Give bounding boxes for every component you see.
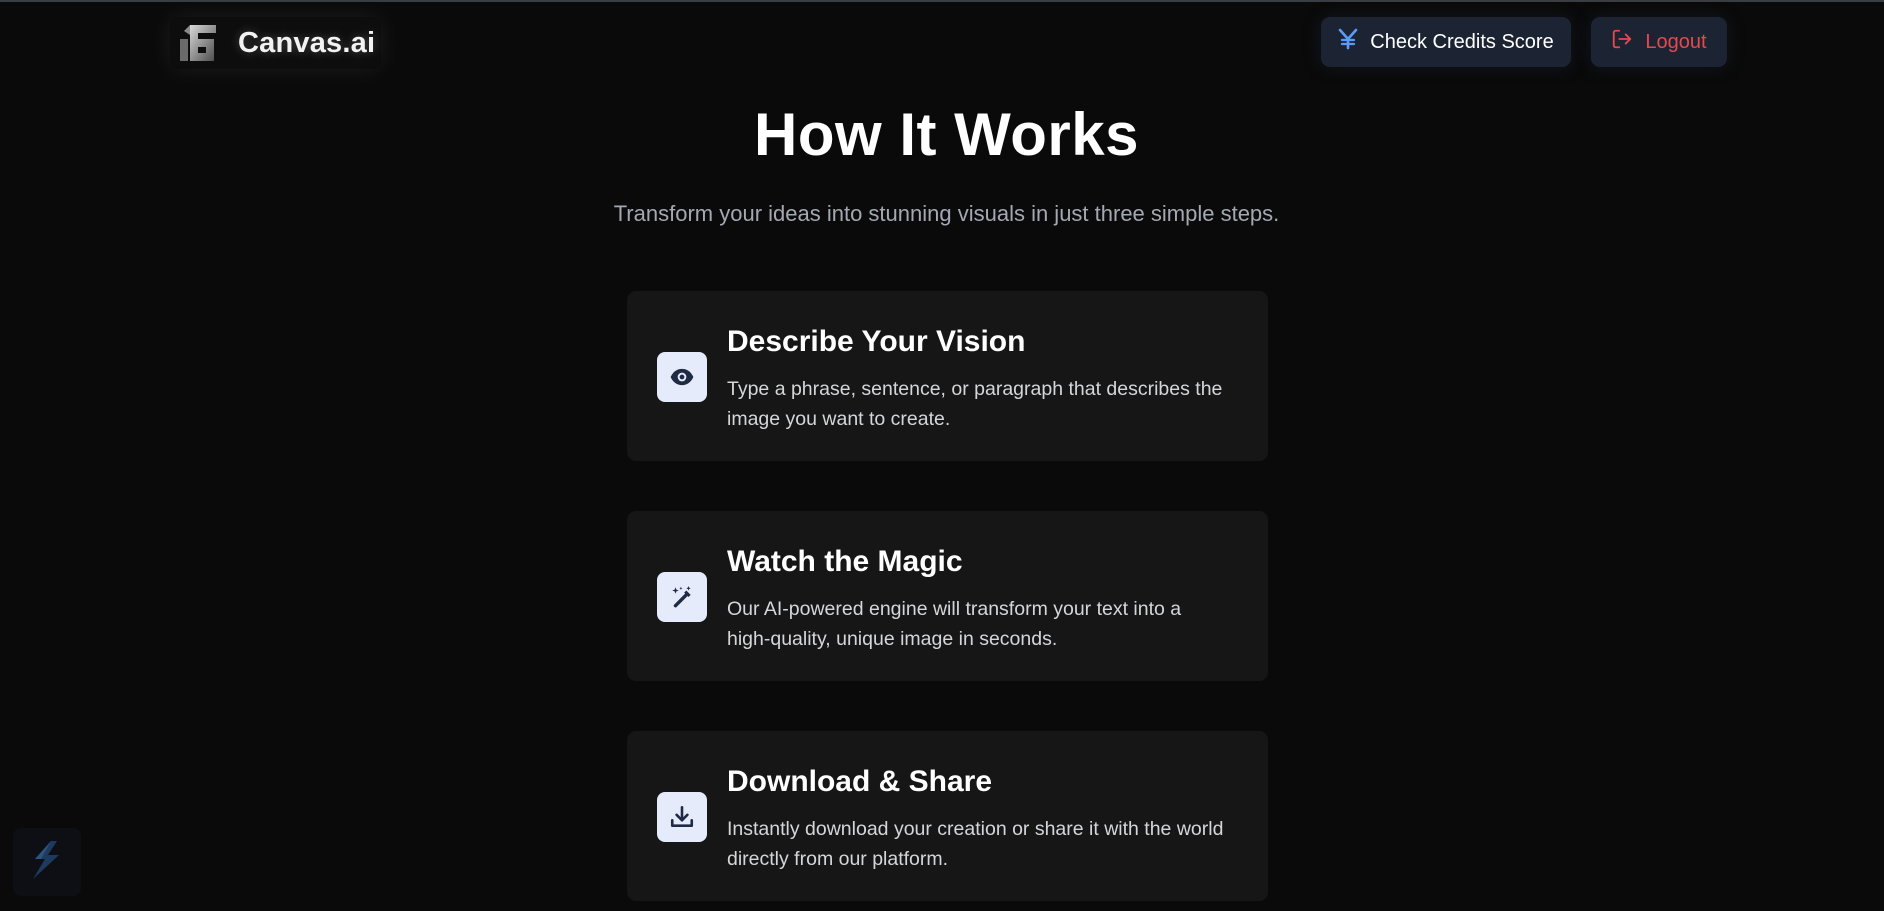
widget-logo-icon (29, 839, 65, 886)
check-credits-button[interactable]: Check Credits Score (1321, 17, 1571, 67)
eye-icon (657, 352, 707, 402)
step-description: Instantly download your creation or shar… (727, 818, 1224, 870)
brand[interactable]: Canvas.ai (170, 17, 381, 69)
step-card-download: Download & Share Instantly download your… (627, 731, 1268, 901)
step-title: Describe Your Vision (727, 325, 1026, 358)
brand-name: Canvas.ai (238, 26, 376, 59)
step-card-magic: Watch the Magic Our AI-powered engine wi… (627, 511, 1268, 681)
currency-icon (1338, 28, 1358, 56)
step-card-describe: Describe Your Vision Type a phrase, sent… (627, 291, 1268, 461)
magic-wand-icon (657, 572, 707, 622)
step-title: Watch the Magic (727, 545, 963, 578)
floating-widget-button[interactable] (13, 828, 81, 896)
check-credits-label: Check Credits Score (1370, 30, 1554, 53)
page-title: How It Works (754, 101, 1139, 168)
page-subtitle: Transform your ideas into stunning visua… (613, 201, 1280, 226)
logout-button[interactable]: Logout (1591, 17, 1727, 67)
logout-icon (1611, 28, 1633, 56)
step-description: Type a phrase, sentence, or paragraph th… (727, 378, 1223, 430)
logout-label: Logout (1645, 30, 1707, 53)
step-title: Download & Share (727, 765, 993, 798)
step-description: Our AI-powered engine will transform you… (727, 598, 1182, 650)
logo-icon (176, 19, 224, 67)
navbar: Canvas.ai Check Credits Score Logout (0, 2, 1884, 84)
download-icon (657, 792, 707, 842)
